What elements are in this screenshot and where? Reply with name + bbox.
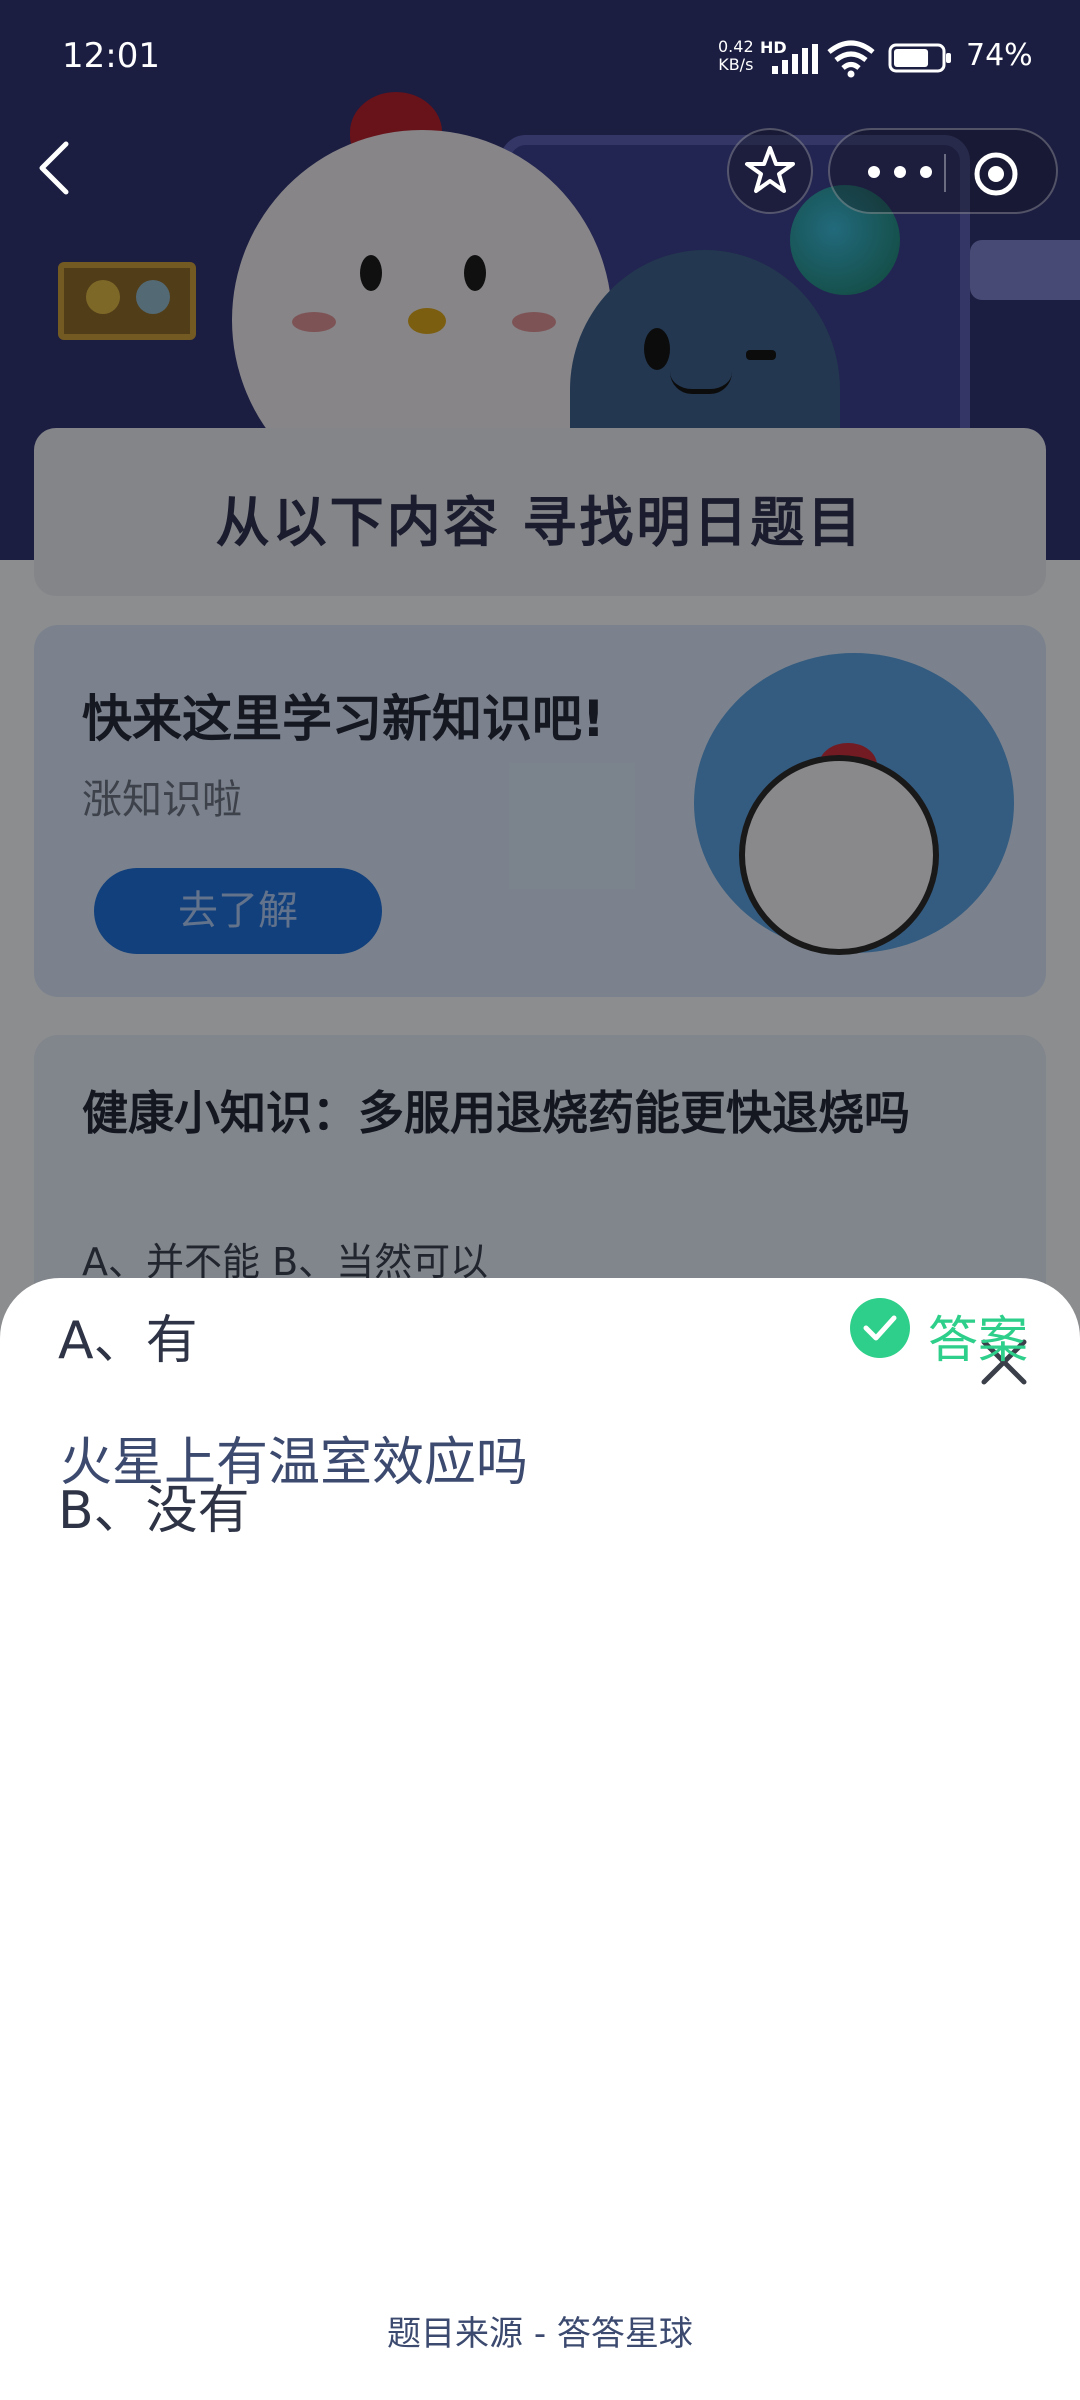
miniapp-capsule [828, 128, 1058, 214]
net-speed: 0.42 KB/s [718, 38, 754, 74]
option-b-label: B、没有 [58, 1481, 250, 1541]
capsule-divider [944, 154, 946, 192]
status-time: 12:01 [62, 36, 160, 76]
wifi-icon [827, 40, 875, 78]
net-speed-value: 0.42 [718, 37, 754, 56]
battery-percent: 74% [966, 38, 1033, 73]
checkmark-icon [850, 1298, 910, 1358]
net-speed-unit: KB/s [718, 55, 754, 74]
answer-label: 答案 [928, 1311, 1028, 1369]
option-a[interactable]: A、有 [0, 1270, 1080, 1390]
status-bar: 12:01 0.42 KB/s HD 74% [0, 0, 1080, 115]
battery-icon [888, 43, 951, 73]
signal-icon [772, 44, 818, 74]
option-a-label: A、有 [58, 1311, 198, 1371]
target-circle-icon[interactable] [972, 150, 1020, 198]
question-source: 题目来源 - 答答星球 [387, 2314, 693, 2354]
star-icon [745, 146, 795, 193]
back-button[interactable] [32, 138, 76, 198]
option-b[interactable]: B、没有 [0, 1440, 1080, 1560]
more-dots-icon[interactable] [864, 152, 936, 192]
favorite-button[interactable] [727, 128, 813, 214]
